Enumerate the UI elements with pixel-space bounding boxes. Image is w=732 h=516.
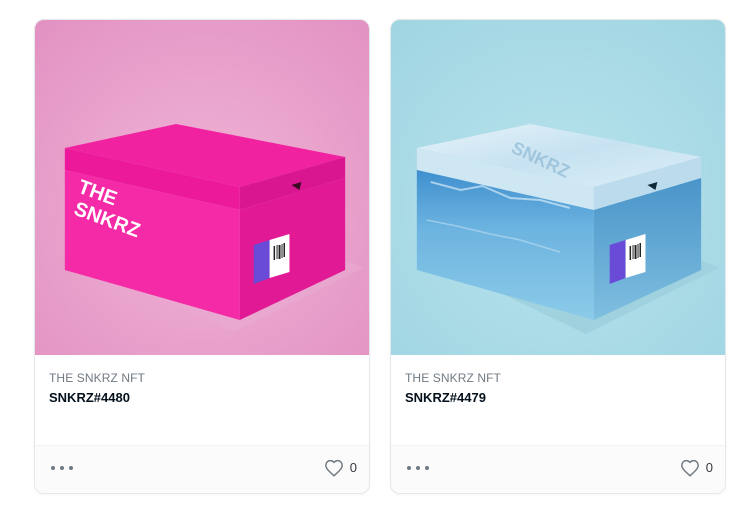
heart-icon <box>324 459 343 477</box>
nft-grid: THE SNKRZ THE SNKRZ NFT SNKRZ#4480 0 SNK… <box>0 0 732 516</box>
collection-name[interactable]: THE SNKRZ NFT <box>49 371 355 386</box>
shoebox-image: THE SNKRZ <box>35 20 369 355</box>
more-icon[interactable] <box>407 462 429 474</box>
nft-card[interactable]: SNKRZ THE SNKRZ NFT SNKRZ#4479 0 <box>390 19 726 494</box>
nft-info: THE SNKRZ NFT SNKRZ#4480 <box>35 355 369 447</box>
nft-card[interactable]: THE SNKRZ THE SNKRZ NFT SNKRZ#4480 0 <box>34 19 370 494</box>
card-footer: 0 <box>391 445 725 493</box>
like-count: 0 <box>349 460 357 475</box>
nft-image[interactable]: SNKRZ <box>391 20 725 355</box>
shoebox-image: SNKRZ <box>391 20 725 355</box>
heart-icon <box>680 459 699 477</box>
like-count: 0 <box>705 460 713 475</box>
token-name[interactable]: SNKRZ#4479 <box>405 390 711 406</box>
card-footer: 0 <box>35 445 369 493</box>
nft-info: THE SNKRZ NFT SNKRZ#4479 <box>391 355 725 447</box>
nft-image[interactable]: THE SNKRZ <box>35 20 369 355</box>
favorite-button[interactable]: 0 <box>324 459 357 477</box>
token-name[interactable]: SNKRZ#4480 <box>49 390 355 406</box>
collection-name[interactable]: THE SNKRZ NFT <box>405 371 711 386</box>
more-icon[interactable] <box>51 462 73 474</box>
favorite-button[interactable]: 0 <box>680 459 713 477</box>
